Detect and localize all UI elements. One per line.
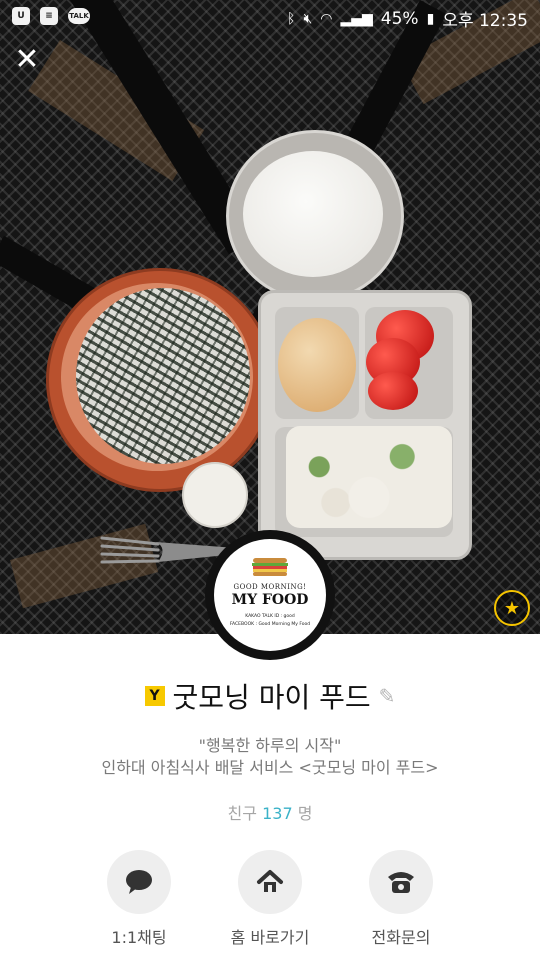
friends-count: 친구 137 명 xyxy=(227,804,313,823)
sandwich-icon xyxy=(252,558,288,576)
profile-description: 인하대 아침식사 배달 서비스 <굿모닝 마이 푸드> xyxy=(101,758,439,777)
battery-icon: ▮ xyxy=(426,10,435,27)
home-icon xyxy=(238,850,302,914)
egg xyxy=(278,318,356,412)
message-icon: ≡ xyxy=(40,7,58,25)
milk-glass xyxy=(226,130,404,302)
profile-name-row: Y 굿모닝 마이 푸드 ✎ xyxy=(0,676,540,716)
tomato xyxy=(368,372,418,410)
chat-button[interactable]: 1:1채팅 xyxy=(84,850,194,948)
phone-icon xyxy=(369,850,433,914)
status-message: "행복한 하루의 시작" xyxy=(198,736,342,755)
bowl-sticker xyxy=(182,462,248,528)
logo-brand: MY FOOD xyxy=(231,592,309,608)
star-icon[interactable]: ★ xyxy=(494,590,530,626)
chat-bubble-icon xyxy=(107,850,171,914)
home-button[interactable]: 홈 바로가기 xyxy=(215,850,325,948)
logo-kakao-id: KAKAO TALK ID : good xyxy=(245,614,295,619)
battery-level: 45% xyxy=(380,8,419,29)
close-icon[interactable]: ✕ xyxy=(12,45,42,75)
logo-facebook: FACEBOOK : Good Morning My Food xyxy=(229,622,311,627)
signal-icon: ▂▄▆ xyxy=(340,10,373,27)
profile-name: 굿모닝 마이 푸드 xyxy=(172,681,371,714)
yellow-id-badge: Y xyxy=(144,686,165,706)
pencil-icon[interactable]: ✎ xyxy=(379,684,396,708)
status-bar: U ≡ TALK ᛒ 🔇︎ ◠ ▂▄▆ 45% ▮ 오후 12:35 xyxy=(0,0,540,34)
clock: 오후 12:35 xyxy=(442,11,528,31)
bluetooth-icon: ᛒ xyxy=(287,10,296,27)
salad xyxy=(286,426,452,528)
action-buttons: 1:1채팅 홈 바로가기 전화문의 xyxy=(0,850,540,950)
phone-button[interactable]: 전화문의 xyxy=(346,850,456,948)
mute-icon: 🔇︎ xyxy=(303,10,313,27)
rice-ball xyxy=(76,288,250,464)
u-plus-icon: U xyxy=(12,7,30,25)
wifi-icon: ◠ xyxy=(320,10,333,27)
logo-tagline: GOOD MORNING! xyxy=(233,583,307,591)
profile-image[interactable]: GOOD MORNING! MY FOOD KAKAO TALK ID : go… xyxy=(205,530,335,660)
talk-icon: TALK xyxy=(68,8,90,24)
